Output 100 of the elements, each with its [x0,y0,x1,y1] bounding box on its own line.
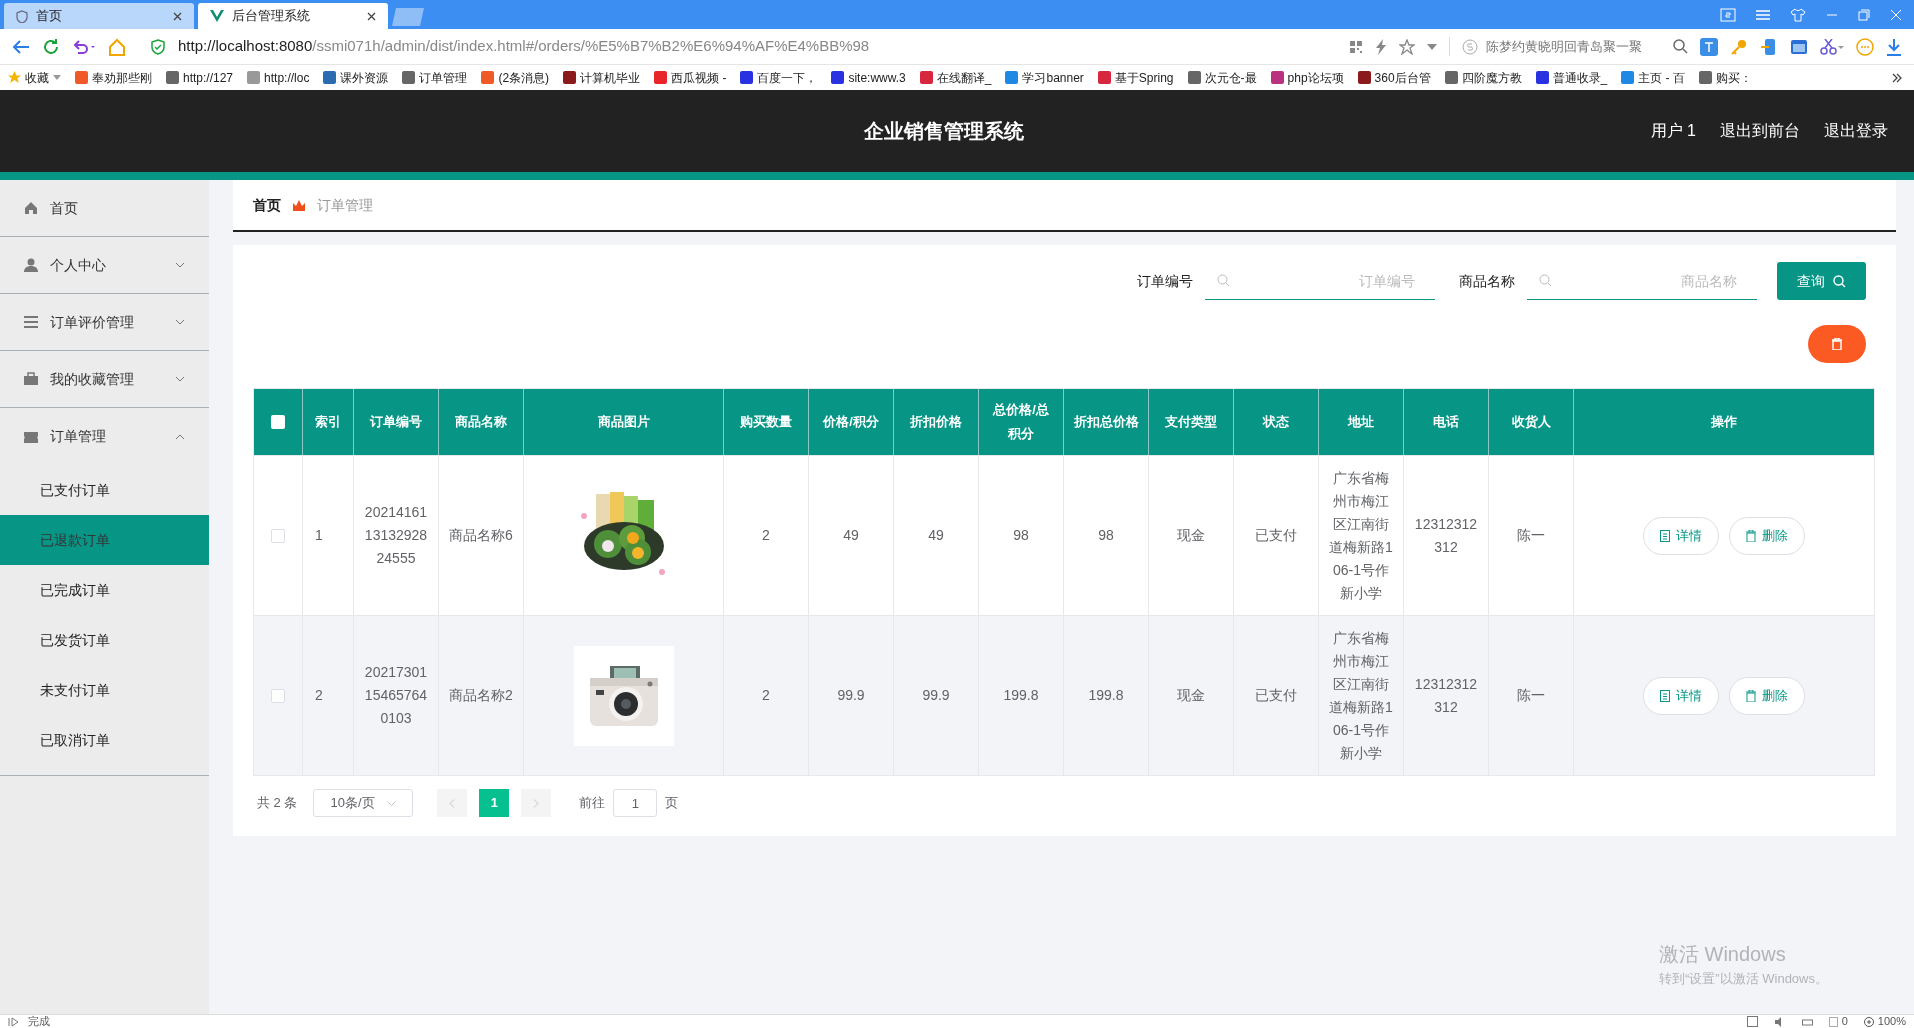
checkbox[interactable] [271,688,285,703]
lightning-icon [1375,38,1387,55]
sidebar-item[interactable]: 首页 [0,180,209,237]
table-cell-text: 1 [315,526,323,545]
table-cell-text: 49 [928,526,944,545]
details-button[interactable]: 详情 [1642,676,1719,715]
sidebar-subitem[interactable]: 已发货订单 [0,615,209,665]
column-header[interactable]: 地址 [1348,410,1374,434]
bookmark[interactable]: 四阶魔方教 [1444,68,1522,87]
download-count: 0 [1841,1014,1848,1028]
bookmark[interactable]: 学习banner [1005,68,1084,87]
search-text: 陈梦约黄晓明回青岛聚一聚 [1486,37,1642,56]
bookmark[interactable]: 主页 - 百 [1621,68,1685,87]
bookmark[interactable]: (2条消息) [481,68,550,87]
sidebar-item[interactable]: 我的收藏管理 [0,351,209,408]
zoom-level: 100% [1877,1014,1906,1028]
bookmark[interactable]: 订单管理 [402,68,468,87]
bookmark[interactable]: site:www.3 [831,68,906,87]
bookmark[interactable]: 基于Spring [1097,68,1174,87]
column-header[interactable]: 商品名称 [455,410,507,434]
sidebar-icon [24,429,38,444]
column-header[interactable]: 购买数量 [740,410,792,434]
header-link[interactable]: 退出登录 [1824,119,1888,143]
query-button[interactable]: 查询 [1777,262,1866,300]
page-input[interactable]: 1 [613,789,658,817]
details-button[interactable]: 详情 [1642,516,1719,555]
search-field[interactable]: 陈梦约黄晓明回青岛聚一聚 [1449,36,1649,57]
search-icon [1833,274,1846,288]
browser-tab[interactable]: 首页 [4,3,194,29]
close-icon [1890,8,1902,21]
column-header[interactable]: 商品图片 [597,410,650,434]
column-header[interactable]: 状态 [1263,410,1289,434]
bookmark[interactable]: 购买： [1698,68,1752,87]
table-cell-text: 2 [315,686,323,705]
bookmark[interactable]: 西瓜视频 - [654,68,727,87]
bookmark[interactable]: 收藏 [8,68,61,87]
bookmark[interactable]: 普通收录_ [1535,68,1608,87]
bookmark[interactable]: http://loc [247,68,310,87]
table-cell-text: 98 [1013,526,1029,545]
sidebar-subitem[interactable]: 已完成订单 [0,565,209,615]
search-icon [1673,39,1688,54]
delete-button[interactable]: 删除 [1728,676,1805,715]
sidebar-icon [24,372,38,386]
status-text: 完成 [28,1014,50,1028]
sidebar-subitem[interactable]: 已退款订单 [0,515,209,565]
column-header[interactable]: 折扣价格 [910,410,962,434]
column-header[interactable]: 索引 [315,410,341,434]
document-icon [1659,689,1670,702]
shirt-icon [1790,7,1806,22]
undo-icon [72,38,96,55]
close-icon[interactable] [367,11,376,21]
table-cell-text: 现金 [1177,526,1205,545]
bookmark[interactable]: 百度一下， [740,68,818,87]
column-header[interactable]: 电话 [1433,410,1459,434]
url-field[interactable]: http://localhost:8080/ssmi071h/admin/dist/index.html#/orders/%E5%B7%B2%E6%94%AF%E4%BB%98 [178,35,870,58]
browser-tab[interactable]: 后台管理系统 [198,3,388,29]
goto-suffix: 页 [665,794,679,813]
chevron-left-icon [449,798,456,808]
column-header[interactable]: 订单编号 [370,410,422,434]
prev-page-button[interactable] [437,789,468,817]
bookmark[interactable]: 次元仓-最 [1187,68,1257,87]
sidebar-subitem[interactable]: 已支付订单 [0,465,209,515]
page-size-select[interactable]: 10条/页 [313,789,414,817]
goto-label: 前往 [579,794,606,813]
search-field[interactable]: 订单编号 [1205,262,1435,300]
checkbox[interactable] [271,415,285,429]
table-cell-text: 商品名称2 [449,686,513,705]
bookmark[interactable]: 课外资源 [323,68,389,87]
bookmark[interactable]: php论坛项 [1270,68,1344,87]
search-field[interactable]: 商品名称 [1527,262,1757,300]
bookmark[interactable]: 360后台管 [1357,68,1431,87]
sidebar-subitem[interactable]: 已取消订单 [0,715,209,765]
breadcrumb-item[interactable]: 首页 [253,194,281,216]
column-header[interactable]: 折扣总价格 [1073,410,1139,434]
table-cell-text: 99.9 [922,686,950,705]
column-header[interactable]: 支付类型 [1165,410,1217,434]
header-link[interactable]: 退出到前台 [1720,119,1800,143]
table-cell-text: 98 [1098,526,1114,545]
column-header[interactable]: 价格/积分 [823,410,879,434]
header-link[interactable]: 用户 1 [1650,119,1696,143]
bookmark[interactable]: 计算机毕业 [563,68,641,87]
secure-icon [150,38,166,55]
sidebar-subitem[interactable]: 未支付订单 [0,665,209,715]
column-header[interactable]: 总价格/总积分 [987,398,1055,446]
checkbox[interactable] [271,528,285,543]
sidebar-item[interactable]: 订单评价管理 [0,294,209,351]
chevron-right-icon [533,798,540,808]
column-header[interactable]: 操作 [1711,410,1737,434]
delete-button[interactable]: 删除 [1728,516,1805,555]
sidebar-item[interactable]: 订单管理 [0,408,209,465]
bookmark[interactable]: http://127 [166,68,234,87]
bookmark[interactable]: 在线翻译_ [919,68,992,87]
column-header[interactable]: 收货人 [1511,410,1551,434]
sidebar-item[interactable]: 个人中心 [0,237,209,294]
bookmark[interactable]: 奉劝那些刚 [75,68,152,87]
close-icon[interactable] [173,11,182,21]
next-page-button[interactable] [521,789,552,817]
chevrons-right-icon[interactable] [1892,72,1902,83]
delete-button[interactable] [1808,325,1866,363]
search-icon [1217,274,1230,287]
